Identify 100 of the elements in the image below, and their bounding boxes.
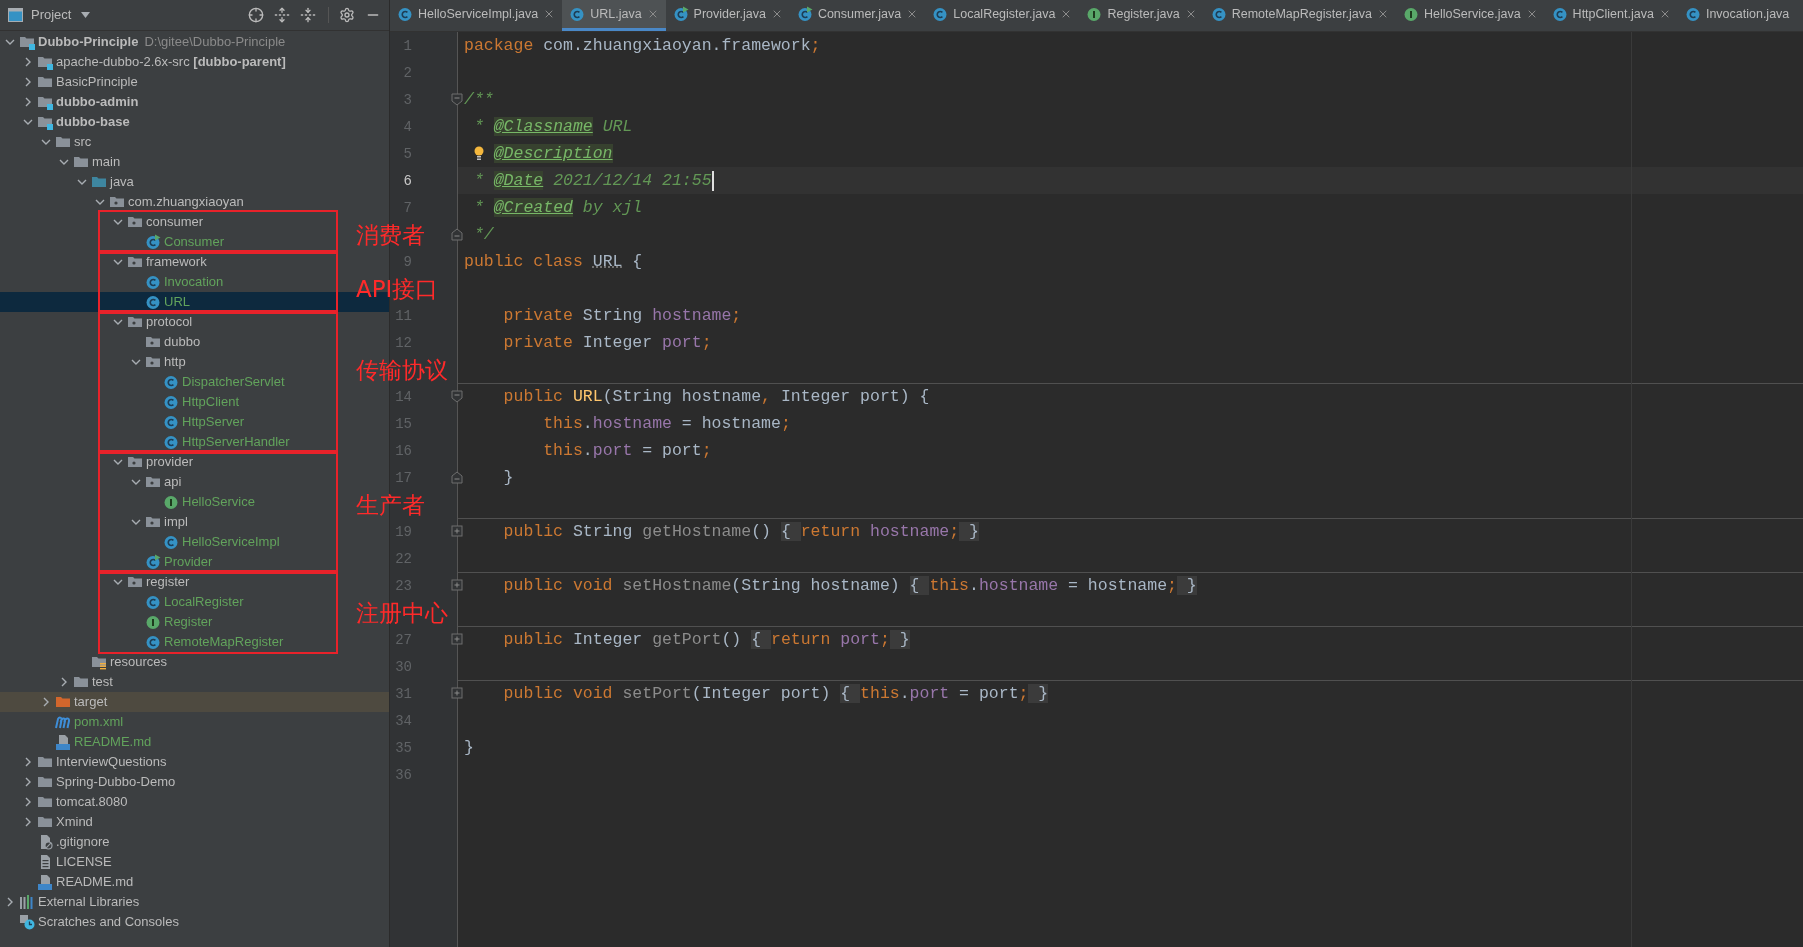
- tree-item[interactable]: Invocation: [128, 275, 224, 289]
- editor-tab[interactable]: RemoteMapRegister.java: [1203, 0, 1397, 31]
- editor-tab[interactable]: LocalRegister.java: [925, 0, 1080, 31]
- tree-item[interactable]: External Libraries: [2, 895, 140, 909]
- tree-item-label: target: [74, 693, 108, 712]
- fold-icon[interactable]: [451, 228, 463, 241]
- tree-item[interactable]: register: [110, 575, 190, 589]
- tree-item[interactable]: LocalRegister: [128, 595, 244, 609]
- chevron-icon[interactable]: [95, 197, 105, 207]
- tree-item[interactable]: main: [56, 155, 121, 169]
- chevron-icon[interactable]: [131, 517, 141, 527]
- tree-item[interactable]: java: [74, 175, 134, 189]
- tree-item[interactable]: Spring-Dubbo-Demo: [20, 775, 176, 789]
- tree-item[interactable]: DispatcherServlet: [146, 375, 285, 389]
- tree-item[interactable]: LICENSE: [20, 855, 112, 869]
- expand-all-icon[interactable]: [274, 7, 290, 23]
- editor-tab[interactable]: Register.java: [1079, 0, 1204, 31]
- tree-item[interactable]: RemoteMapRegister: [128, 635, 284, 649]
- unfold-icon[interactable]: [451, 633, 463, 645]
- chevron-icon[interactable]: [41, 137, 51, 147]
- tree-item[interactable]: pom.xml: [38, 715, 124, 729]
- tree-item[interactable]: framework: [110, 255, 207, 269]
- tree-item[interactable]: Xmind: [20, 815, 93, 829]
- chevron-icon[interactable]: [113, 257, 123, 267]
- chevron-icon[interactable]: [59, 677, 69, 687]
- tree-item[interactable]: apache-dubbo-2.6x-src [dubbo-parent]: [20, 55, 286, 69]
- chevron-icon[interactable]: [23, 817, 33, 827]
- fold-icon[interactable]: [451, 390, 463, 403]
- unfold-icon[interactable]: [451, 687, 463, 699]
- editor-tab[interactable]: Invocation.java: [1677, 0, 1797, 31]
- tree-item[interactable]: http: [128, 355, 186, 369]
- chevron-icon[interactable]: [59, 157, 69, 167]
- unfold-icon[interactable]: [451, 525, 463, 537]
- class-icon: [145, 294, 161, 310]
- chevron-icon[interactable]: [41, 697, 51, 707]
- panel-title[interactable]: Project: [31, 5, 72, 25]
- tree-item[interactable]: URL: [128, 295, 190, 309]
- chevron-icon[interactable]: [113, 217, 123, 227]
- chevron-icon[interactable]: [113, 457, 123, 467]
- tree-item[interactable]: dubbo-base: [20, 115, 130, 129]
- editor-tab[interactable]: HelloServiceImpl.java: [390, 0, 563, 31]
- chevron-icon[interactable]: [23, 117, 33, 127]
- tree-item[interactable]: dubbo-admin: [20, 95, 139, 109]
- tree-item[interactable]: com.zhuangxiaoyan: [92, 195, 244, 209]
- tree-item[interactable]: InterviewQuestions: [20, 755, 167, 769]
- chevron-icon[interactable]: [23, 757, 33, 767]
- tree-item[interactable]: resources: [74, 655, 168, 669]
- chevron-icon[interactable]: [23, 97, 33, 107]
- chevron-icon[interactable]: [23, 797, 33, 807]
- tree-item[interactable]: HttpClient: [146, 395, 240, 409]
- tree-item[interactable]: HelloService: [146, 495, 255, 509]
- tree-item[interactable]: protocol: [110, 315, 193, 329]
- tree-item[interactable]: HelloServiceImpl: [146, 535, 280, 549]
- editor-tab[interactable]: URL.java: [562, 0, 666, 31]
- tree-item-label: LocalRegister: [164, 593, 244, 612]
- tree-item[interactable]: dubbo: [128, 335, 201, 349]
- editor-tab[interactable]: Consumer.java: [789, 0, 926, 31]
- fold-icon[interactable]: [451, 93, 463, 106]
- tree-item[interactable]: Consumer: [128, 235, 224, 249]
- tree-item[interactable]: Dubbo-Principle D:\gitee\Dubbo-Principle: [2, 35, 286, 49]
- tree-item[interactable]: Register: [128, 615, 213, 629]
- chevron-icon[interactable]: [5, 897, 15, 907]
- tree-item[interactable]: src: [38, 135, 92, 149]
- tree-item[interactable]: impl: [128, 515, 188, 529]
- fold-icon[interactable]: [451, 471, 463, 484]
- editor-tab[interactable]: HelloService.java: [1396, 0, 1545, 31]
- tree-item[interactable]: test: [56, 675, 113, 689]
- tree-item[interactable]: .gitignore: [20, 835, 110, 849]
- unfold-icon[interactable]: [451, 579, 463, 591]
- chevron-icon[interactable]: [131, 357, 141, 367]
- chevron-icon[interactable]: [23, 777, 33, 787]
- editor-tab[interactable]: HttpClient.java: [1544, 0, 1678, 31]
- chevron-icon[interactable]: [77, 177, 87, 187]
- tree-item[interactable]: HttpServer: [146, 415, 245, 429]
- chevron-icon[interactable]: [113, 317, 123, 327]
- settings-icon[interactable]: [339, 7, 355, 23]
- tree-item[interactable]: Scratches and Consoles: [2, 915, 179, 929]
- package-folder-icon: [145, 514, 161, 530]
- tree-item[interactable]: HttpServerHandler: [146, 435, 290, 449]
- chevron-icon[interactable]: [113, 577, 123, 587]
- tree-item[interactable]: api: [128, 475, 182, 489]
- tree-item[interactable]: Provider: [128, 555, 213, 569]
- chevron-icon[interactable]: [131, 477, 141, 487]
- chevron-icon[interactable]: [23, 77, 33, 87]
- chevron-icon[interactable]: [5, 37, 15, 47]
- lightbulb-icon[interactable]: [473, 146, 484, 161]
- chevron-icon[interactable]: [23, 57, 33, 67]
- dropdown-caret-icon[interactable]: [81, 12, 91, 18]
- collapse-all-icon[interactable]: [300, 7, 316, 23]
- tree-item[interactable]: BasicPrinciple: [20, 75, 138, 89]
- tree-item[interactable]: tomcat.8080: [20, 795, 128, 809]
- tree-item[interactable]: consumer: [110, 215, 204, 229]
- tree-item[interactable]: README.md: [20, 875, 134, 889]
- editor-tab[interactable]: Provider.java: [665, 0, 790, 31]
- tree-item[interactable]: provider: [110, 455, 193, 469]
- locate-icon[interactable]: [248, 7, 264, 23]
- tree-item[interactable]: target: [38, 695, 108, 709]
- tree-item-label: dubbo-base: [56, 113, 130, 132]
- annotation-label: 注册中心: [356, 600, 448, 626]
- tree-item[interactable]: README.md: [38, 735, 152, 749]
